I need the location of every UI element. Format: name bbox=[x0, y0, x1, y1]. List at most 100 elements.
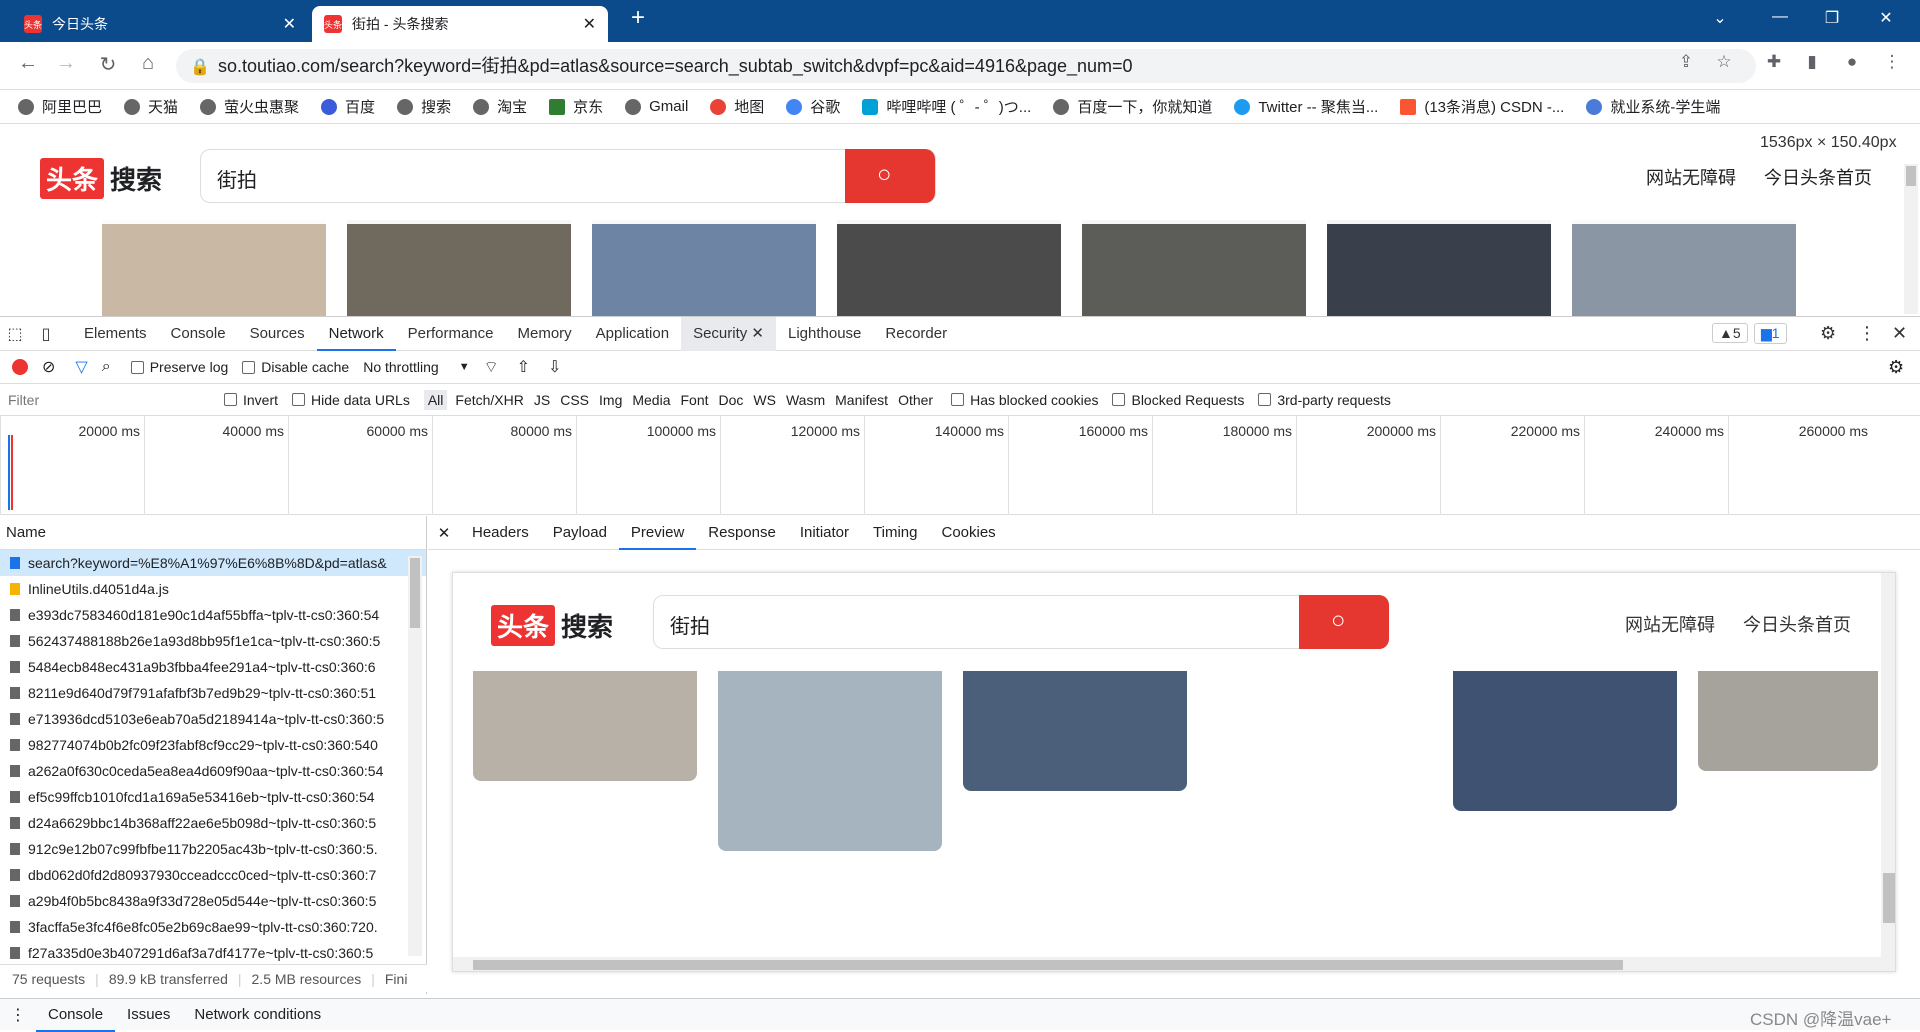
filter-type-fetch-xhr[interactable]: Fetch/XHR bbox=[455, 392, 523, 408]
close-tab-icon[interactable]: ✕ bbox=[583, 14, 596, 34]
preview-horizontal-scrollbar[interactable] bbox=[453, 957, 1895, 971]
accessibility-link[interactable]: 网站无障碍 bbox=[1646, 164, 1736, 190]
disable-cache-checkbox[interactable]: Disable cache bbox=[242, 359, 349, 375]
drawer-tab-issues[interactable]: Issues bbox=[115, 998, 182, 1032]
toutiao-home-link[interactable]: 今日头条首页 bbox=[1764, 164, 1872, 190]
request-row[interactable]: e393dc7583460d181e90c1d4af55bffa~tplv-tt… bbox=[0, 602, 426, 628]
search-button[interactable]: ○ bbox=[1299, 595, 1389, 649]
bookmark-item[interactable]: 萤火虫惠聚 bbox=[200, 96, 299, 117]
checkbox[interactable] bbox=[1112, 393, 1126, 406]
more-options-icon[interactable]: ⋮ bbox=[1858, 323, 1876, 344]
accessibility-link[interactable]: 网站无障碍 bbox=[1625, 611, 1715, 637]
browser-tab-search[interactable]: 头条 街拍 - 头条搜索 ✕ bbox=[312, 6, 608, 42]
filter-type-ws[interactable]: WS bbox=[753, 392, 776, 408]
image-thumbnail[interactable] bbox=[102, 220, 326, 316]
request-row[interactable]: dbd062d0fd2d80937930cceadccc0ced~tplv-tt… bbox=[0, 862, 426, 888]
filter-type-all[interactable]: All bbox=[423, 389, 448, 410]
image-thumbnail[interactable] bbox=[592, 220, 816, 316]
filter-type-doc[interactable]: Doc bbox=[719, 392, 744, 408]
blocked-cookies-checkbox[interactable]: Has blocked cookies bbox=[951, 392, 1098, 408]
device-toolbar-icon[interactable]: ▯ bbox=[30, 324, 62, 344]
tab-initiator[interactable]: Initiator bbox=[788, 516, 861, 550]
bookmark-item[interactable]: Gmail bbox=[625, 98, 688, 115]
tab-security[interactable]: Security ✕ bbox=[681, 316, 776, 351]
bookmark-item[interactable]: 哔哩哔哩 ( ゜- ゜)つ... bbox=[862, 96, 1031, 117]
request-row[interactable]: 8211e9d640d79f791afafbf3b7ed9b29~tplv-tt… bbox=[0, 680, 426, 706]
scrollbar-thumb[interactable] bbox=[410, 558, 420, 628]
close-window-button[interactable]: ✕ bbox=[1866, 8, 1906, 28]
request-row[interactable]: 5484ecb848ec431a9b3fbba4fee291a4~tplv-tt… bbox=[0, 654, 426, 680]
checkbox[interactable] bbox=[224, 393, 237, 406]
filter-type-js[interactable]: JS bbox=[534, 392, 550, 408]
request-row[interactable]: ef5c99ffcb1010fcd1a169a5e53416eb~tplv-tt… bbox=[0, 784, 426, 810]
filter-type-other[interactable]: Other bbox=[898, 392, 933, 408]
throttling-select[interactable]: No throttling ▼ bbox=[363, 359, 469, 375]
inspect-element-icon[interactable]: ⬚ bbox=[0, 324, 30, 344]
tab-headers[interactable]: Headers bbox=[460, 516, 541, 550]
scrollbar-thumb[interactable] bbox=[1883, 873, 1895, 923]
drawer-tab-console[interactable]: Console bbox=[36, 998, 116, 1032]
minimize-button[interactable]: — bbox=[1760, 8, 1800, 26]
close-tab-icon[interactable]: ✕ bbox=[751, 325, 764, 342]
preserve-log-checkbox[interactable]: Preserve log bbox=[130, 359, 228, 375]
tab-cookies[interactable]: Cookies bbox=[929, 516, 1007, 550]
clear-icon[interactable]: ⊘ bbox=[42, 357, 55, 377]
tab-payload[interactable]: Payload bbox=[541, 516, 619, 550]
tab-sources[interactable]: Sources bbox=[238, 317, 317, 351]
image-thumbnail[interactable] bbox=[473, 671, 697, 781]
request-row[interactable]: 982774074b0b2fc09f23fabf8cf9cc29~tplv-tt… bbox=[0, 732, 426, 758]
messages-badge[interactable]: ▆1 bbox=[1754, 323, 1787, 344]
image-thumbnail[interactable] bbox=[963, 671, 1187, 791]
bookmark-item[interactable]: 阿里巴巴 bbox=[18, 96, 102, 117]
tab-response[interactable]: Response bbox=[696, 516, 788, 550]
home-icon[interactable]: ⌂ bbox=[134, 52, 162, 75]
search-input[interactable]: 街拍 bbox=[653, 595, 1389, 649]
search-icon[interactable]: ⌕ bbox=[102, 358, 111, 376]
request-row[interactable]: a29b4f0b5bc8438a9f33d728e05d544e~tplv-tt… bbox=[0, 888, 426, 914]
filter-type-wasm[interactable]: Wasm bbox=[786, 392, 825, 408]
export-har-icon[interactable]: ⇩ bbox=[548, 357, 561, 377]
search-input[interactable]: 街拍 bbox=[200, 149, 936, 203]
bookmark-item[interactable]: 百度 bbox=[321, 96, 375, 117]
image-thumbnail[interactable] bbox=[347, 220, 571, 316]
maximize-button[interactable]: ❐ bbox=[1812, 8, 1852, 28]
reload-icon[interactable]: ↻ bbox=[94, 52, 122, 77]
filter-type-manifest[interactable]: Manifest bbox=[835, 392, 888, 408]
image-thumbnail[interactable] bbox=[837, 220, 1061, 316]
network-conditions-icon[interactable]: ⌔ bbox=[484, 357, 499, 377]
image-thumbnail[interactable] bbox=[1453, 671, 1677, 811]
tab-recorder[interactable]: Recorder bbox=[873, 317, 959, 351]
request-row[interactable]: 562437488188b26e1a93d8bb95f1e1ca~tplv-tt… bbox=[0, 628, 426, 654]
third-party-checkbox[interactable]: 3rd-party requests bbox=[1258, 392, 1391, 408]
url-input[interactable]: so.toutiao.com/search?keyword=街拍&pd=atla… bbox=[176, 49, 1756, 83]
filter-type-css[interactable]: CSS bbox=[560, 392, 589, 408]
checkbox[interactable] bbox=[242, 360, 256, 374]
import-har-icon[interactable]: ⇧ bbox=[517, 357, 530, 377]
checkbox[interactable] bbox=[292, 393, 306, 406]
forward-icon[interactable]: → bbox=[52, 52, 80, 75]
request-row[interactable]: 912c9e12b07c99fbfbe117b2205ac43b~tplv-tt… bbox=[0, 836, 426, 862]
tab-preview[interactable]: Preview bbox=[618, 516, 697, 550]
request-row[interactable]: d24a6629bbc14b368aff22ae6e5b098d~tplv-tt… bbox=[0, 810, 426, 836]
drawer-menu-icon[interactable]: ⋮ bbox=[0, 1005, 36, 1025]
bookmark-item[interactable]: 搜索 bbox=[397, 96, 451, 117]
search-button[interactable]: ○ bbox=[845, 149, 935, 203]
close-tab-icon[interactable]: ✕ bbox=[283, 14, 296, 34]
request-row[interactable]: f27a335d0e3b407291d6af3a7df4177e~tplv-tt… bbox=[0, 940, 426, 966]
checkbox[interactable] bbox=[951, 393, 965, 406]
name-column-header[interactable]: Name bbox=[0, 516, 426, 550]
menu-kebab-icon[interactable]: ⋮ bbox=[1878, 52, 1906, 72]
blocked-requests-checkbox[interactable]: Blocked Requests bbox=[1112, 392, 1244, 408]
tab-console[interactable]: Console bbox=[159, 317, 238, 351]
preview-vertical-scrollbar[interactable] bbox=[1881, 573, 1895, 957]
tab-lighthouse[interactable]: Lighthouse bbox=[776, 317, 873, 351]
filter-type-font[interactable]: Font bbox=[681, 392, 709, 408]
drawer-tab-network-conditions[interactable]: Network conditions bbox=[182, 998, 333, 1032]
request-row[interactable]: search?keyword=%E8%A1%97%E6%8B%8D&pd=atl… bbox=[0, 550, 426, 576]
filter-input[interactable] bbox=[0, 386, 210, 413]
scrollbar-thumb[interactable] bbox=[473, 960, 1623, 970]
side-panel-icon[interactable]: ▮ bbox=[1798, 52, 1826, 72]
hide-data-urls-checkbox[interactable]: Hide data URLs bbox=[292, 392, 410, 408]
close-detail-icon[interactable]: ✕ bbox=[428, 524, 460, 542]
tab-search-dropdown-icon[interactable]: ⌄ bbox=[1700, 8, 1740, 28]
